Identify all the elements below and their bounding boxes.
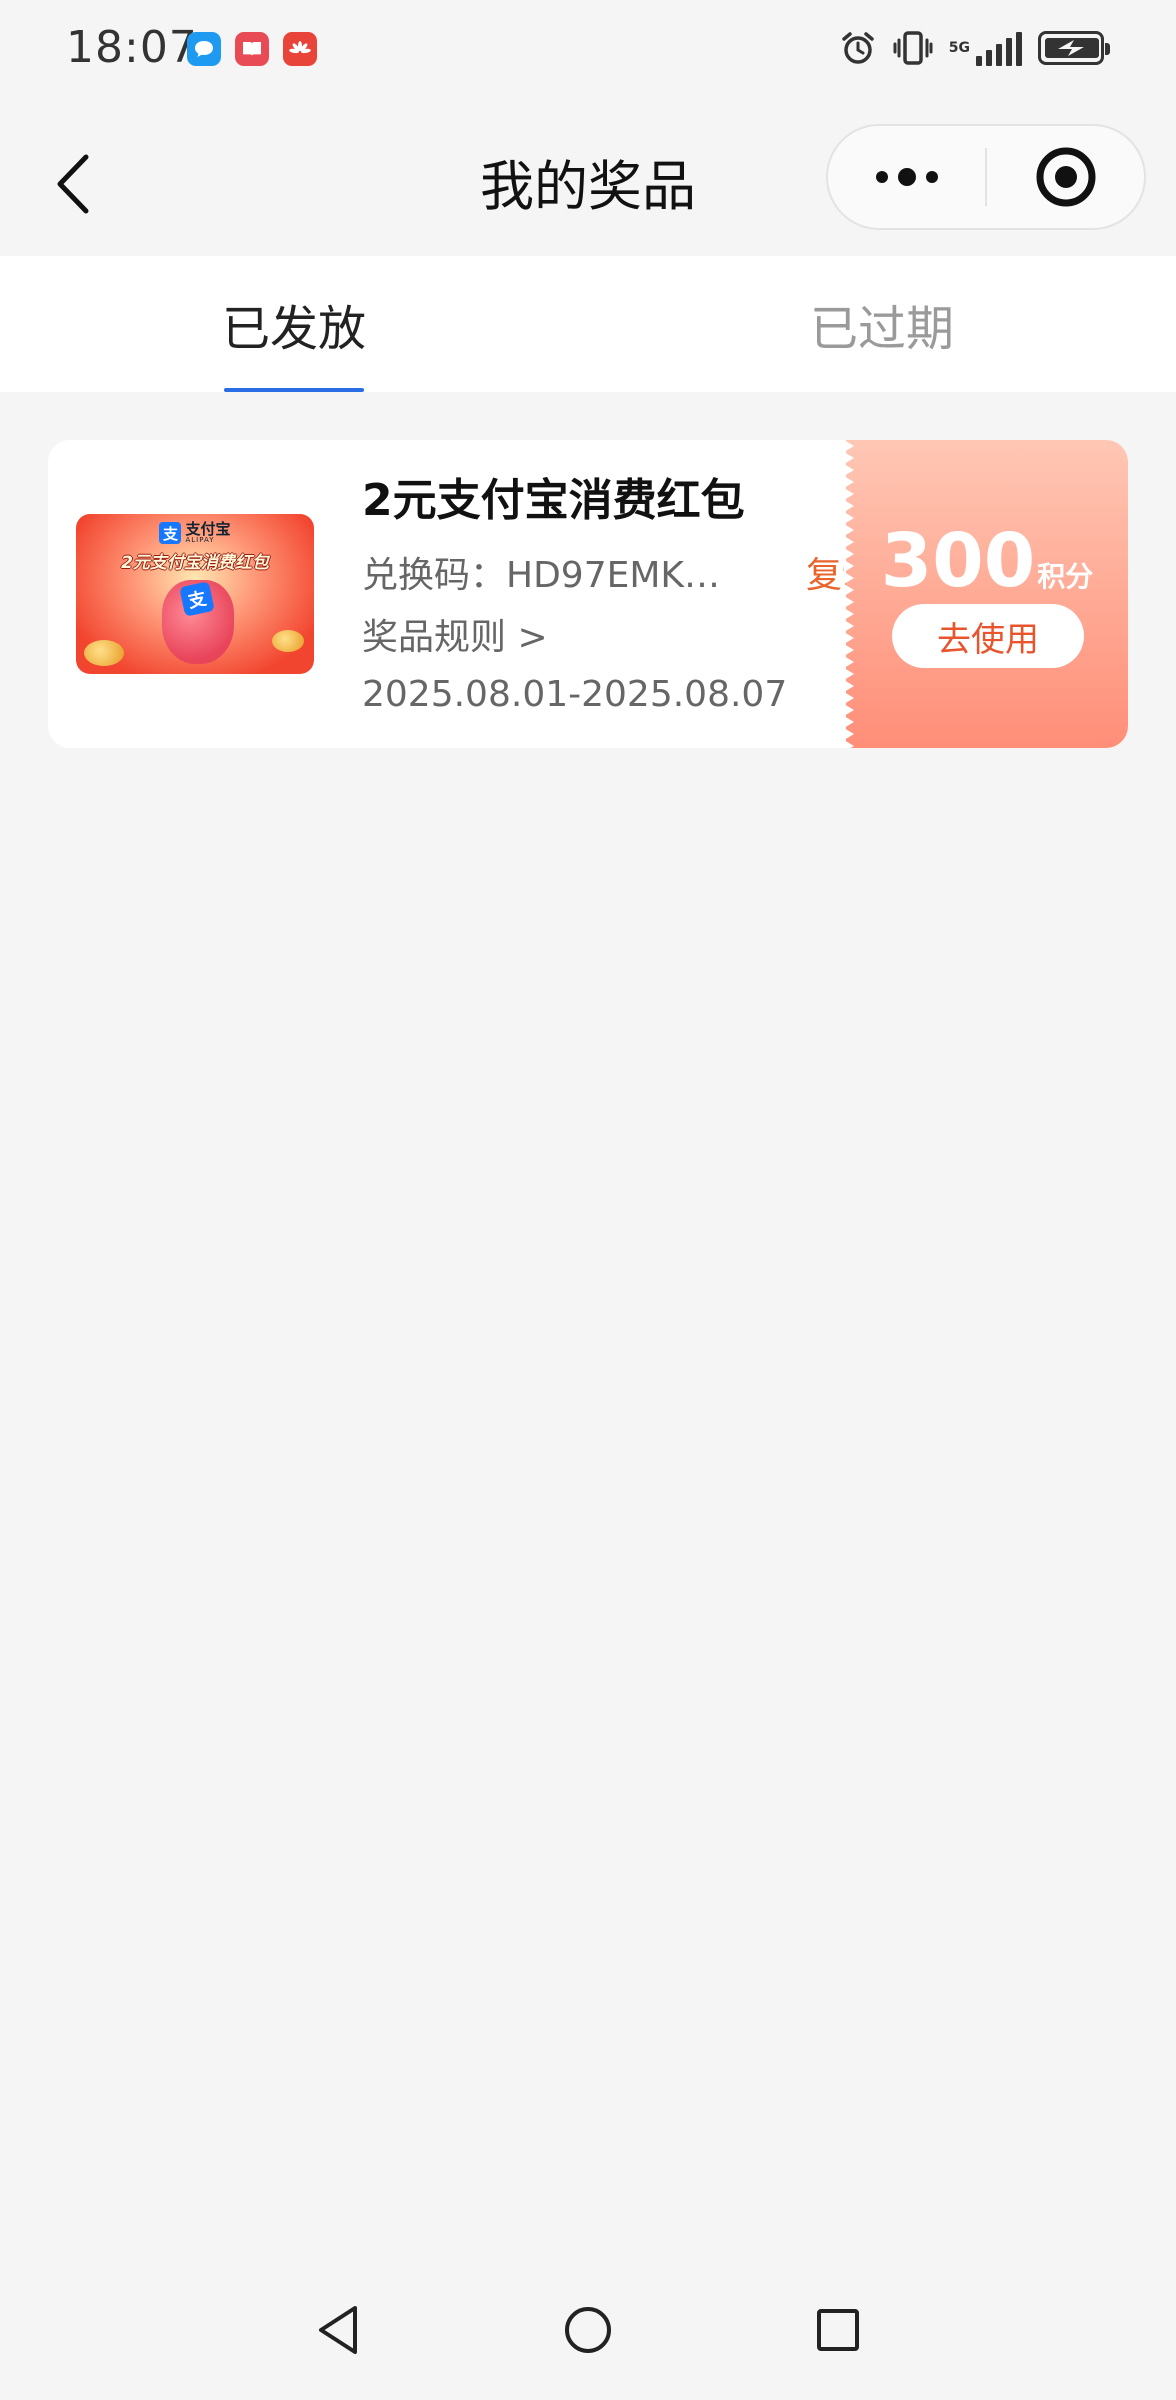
signal-icon: 5G <box>949 26 1022 70</box>
system-home-button[interactable] <box>558 2300 618 2360</box>
tab-expired[interactable]: 已过期 <box>588 256 1176 392</box>
thumbnail-brand: 支付宝 <box>185 520 231 538</box>
vibrate-icon <box>893 26 933 70</box>
tab-issued-label: 已发放 <box>221 301 366 357</box>
prize-validity-dates: 2025.08.01-2025.08.07 <box>362 674 788 715</box>
back-triangle-icon <box>319 2306 357 2354</box>
battery-charging-icon <box>1038 26 1110 70</box>
close-miniprogram-button[interactable] <box>987 126 1144 228</box>
status-bar: 18:07 5G <box>0 0 1176 100</box>
alarm-icon <box>839 26 877 70</box>
notification-icons <box>187 32 317 66</box>
prize-card[interactable]: 支 支付宝 ALIPAY 2元支付宝消费红包 支 2元支付宝消费红包 兑换码：H… <box>48 440 1128 748</box>
more-button[interactable] <box>828 126 985 228</box>
message-icon <box>187 32 221 66</box>
system-recents-button[interactable] <box>808 2300 868 2360</box>
thumbnail-banner-text: 2元支付宝消费红包 <box>121 553 269 573</box>
system-nav-bar <box>0 2260 1176 2400</box>
target-circle-icon <box>1036 147 1095 207</box>
use-button[interactable]: 去使用 <box>892 604 1084 668</box>
home-circle-icon <box>565 2307 611 2353</box>
tab-active-indicator <box>224 388 364 392</box>
miniprogram-capsule <box>826 124 1146 230</box>
points-unit: 积分 <box>1037 560 1094 593</box>
alipay-mark-icon: 支 <box>179 581 215 617</box>
alipay-logo: 支 支付宝 ALIPAY <box>76 522 314 544</box>
points-display: 300积分 <box>846 518 1128 604</box>
recents-square-icon <box>817 2309 859 2351</box>
prize-rules-link[interactable]: 奖品规则 > <box>362 608 548 660</box>
more-dots-icon <box>875 168 938 186</box>
system-status: 5G <box>839 26 1110 70</box>
coin-icon <box>84 640 124 666</box>
tab-issued[interactable]: 已发放 <box>0 256 588 392</box>
redeem-code-row: 兑换码：HD97EMK… 复制 <box>362 546 878 598</box>
book-icon <box>235 32 269 66</box>
huawei-icon <box>283 32 317 66</box>
prize-thumbnail: 支 支付宝 ALIPAY 2元支付宝消费红包 支 <box>76 514 314 674</box>
alipay-icon: 支 <box>159 522 182 544</box>
network-label: 5G <box>948 40 970 56</box>
prize-points-panel: 300积分 去使用 <box>844 440 1128 748</box>
prize-title: 2元支付宝消费红包 <box>362 475 745 526</box>
tab-expired-label: 已过期 <box>809 301 954 357</box>
redeem-code: 兑换码：HD97EMK… <box>362 555 721 596</box>
status-time: 18:07 <box>66 22 198 73</box>
coin-icon <box>272 630 304 652</box>
points-value: 300 <box>880 518 1036 604</box>
tab-bar: 已发放 已过期 <box>0 256 1176 392</box>
system-back-button[interactable] <box>308 2300 368 2360</box>
nav-header: 我的奖品 <box>0 100 1176 256</box>
